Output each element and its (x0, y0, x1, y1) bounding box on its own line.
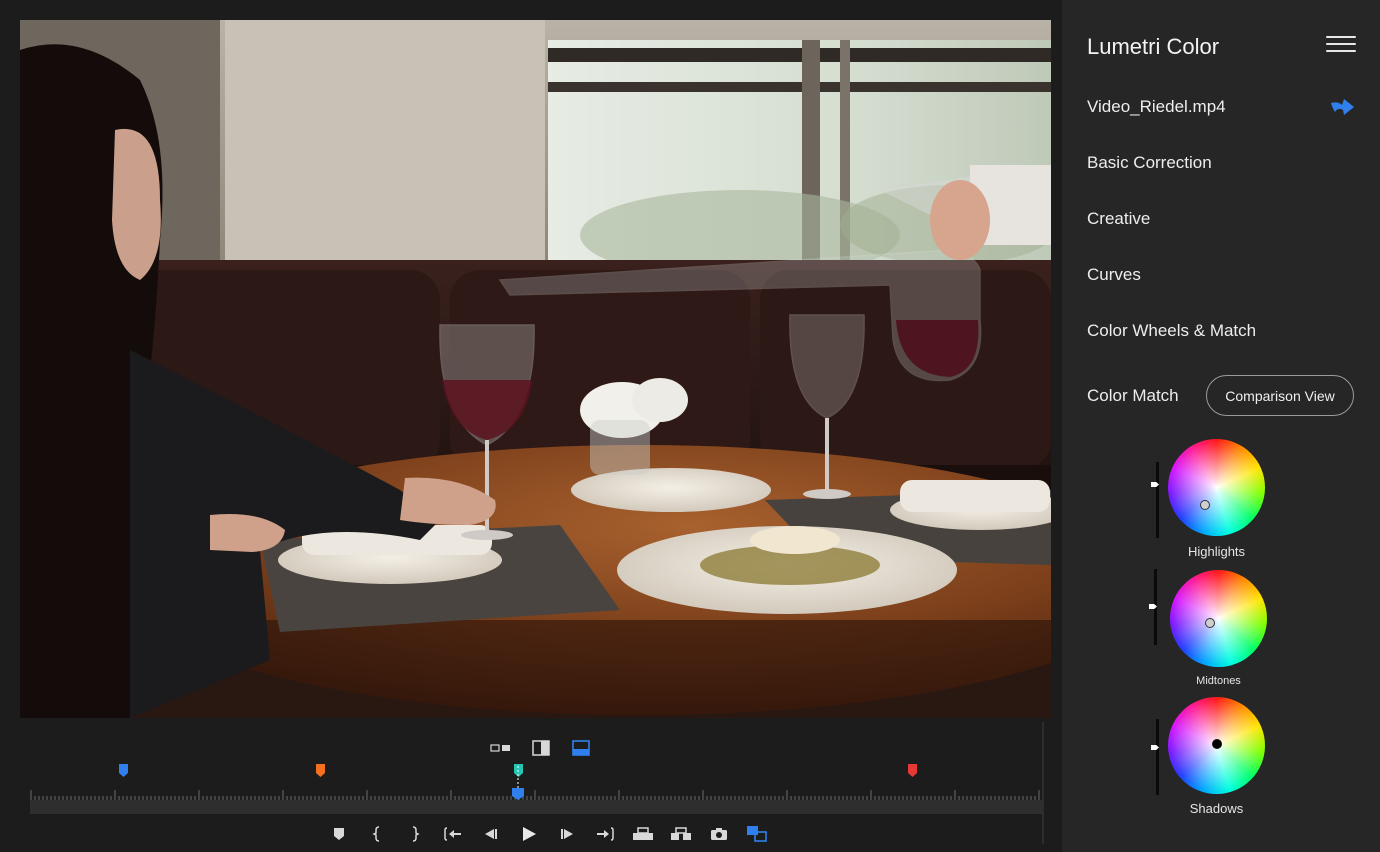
video-viewer[interactable] (20, 20, 1051, 718)
go-to-in-icon (444, 827, 461, 841)
mark-in-icon (372, 826, 380, 842)
timeline-view-icon (572, 740, 590, 756)
section-basic-correction[interactable]: Basic Correction (1087, 153, 1212, 173)
playhead[interactable] (512, 766, 524, 800)
hamburger-line (1326, 43, 1356, 45)
view-mode-side-by-side[interactable] (490, 740, 512, 756)
section-creative[interactable]: Creative (1087, 209, 1150, 229)
slider-thumb[interactable] (1151, 745, 1159, 750)
wheel-puck[interactable] (1200, 500, 1210, 510)
hamburger-menu-icon (1326, 36, 1356, 38)
mark-out-button[interactable] (396, 822, 434, 846)
timeline-track[interactable] (30, 800, 1042, 814)
marker-orange[interactable] (316, 764, 325, 777)
panel-title: Lumetri Color (1087, 34, 1220, 59)
play-button[interactable] (510, 822, 548, 846)
slider-thumb[interactable] (1149, 604, 1157, 609)
extract-button[interactable] (662, 822, 700, 846)
transport-controls (320, 822, 776, 846)
midtones-luminance-slider[interactable] (1149, 569, 1157, 645)
mark-in-button[interactable] (358, 822, 396, 846)
go-to-out-button[interactable] (586, 822, 624, 846)
comparison-view-button[interactable] (738, 822, 776, 846)
shadows-label: Shadows (1189, 801, 1244, 816)
video-frame (20, 20, 1051, 718)
hamburger-line (1326, 50, 1356, 52)
go-to-in-button[interactable] (434, 822, 472, 846)
shadows-color-wheel[interactable] (1168, 697, 1265, 794)
marker-red[interactable] (908, 764, 917, 777)
menu-button[interactable] (1326, 36, 1356, 58)
highlights-label: Highlights (1187, 544, 1246, 559)
step-forward-button[interactable] (548, 822, 586, 846)
lift-icon (633, 827, 653, 840)
view-mode-switcher (490, 740, 592, 756)
split-view-icon (532, 740, 550, 756)
slider-thumb[interactable] (1151, 482, 1159, 487)
timeline-panel (20, 718, 1051, 852)
section-color-wheels-match[interactable]: Color Wheels & Match (1087, 321, 1256, 341)
clip-name: Video_Riedel.mp4 (1087, 97, 1226, 116)
wheel-puck[interactable] (1205, 618, 1215, 628)
wheel-puck[interactable] (1212, 739, 1222, 749)
go-to-out-icon (597, 827, 614, 841)
add-marker-icon (334, 828, 344, 840)
highlights-luminance-slider[interactable] (1151, 462, 1159, 538)
lumetri-panel: Lumetri Color Video_Riedel.mp4 Basic Cor… (1062, 0, 1380, 852)
step-back-icon (485, 829, 497, 839)
camera-icon (711, 828, 727, 840)
shadows-luminance-slider[interactable] (1151, 719, 1159, 795)
extract-icon (671, 827, 691, 840)
export-frame-button[interactable] (700, 822, 738, 846)
mark-out-icon (412, 826, 420, 842)
color-match-label: Color Match (1087, 386, 1179, 405)
midtones-label: Midtones (1196, 675, 1241, 687)
step-back-button[interactable] (472, 822, 510, 846)
play-icon (523, 827, 536, 841)
share-button[interactable] (1328, 96, 1356, 118)
highlights-color-wheel[interactable] (1168, 439, 1265, 536)
marker-blue[interactable] (119, 764, 128, 777)
view-mode-split[interactable] (530, 740, 552, 756)
comparison-view-toggle[interactable]: Comparison View (1206, 375, 1354, 416)
view-mode-timeline[interactable] (570, 740, 592, 756)
comparison-view-icon (747, 826, 767, 842)
timeline-scrollbar[interactable] (1042, 722, 1044, 844)
midtones-color-wheel[interactable] (1170, 570, 1267, 667)
forward-arrow-icon (1331, 99, 1354, 115)
step-forward-icon (561, 829, 573, 839)
side-by-side-icon (490, 744, 510, 752)
section-curves[interactable]: Curves (1087, 265, 1141, 285)
timeline-ruler[interactable] (30, 788, 1042, 814)
lift-button[interactable] (624, 822, 662, 846)
add-marker-button[interactable] (320, 822, 358, 846)
